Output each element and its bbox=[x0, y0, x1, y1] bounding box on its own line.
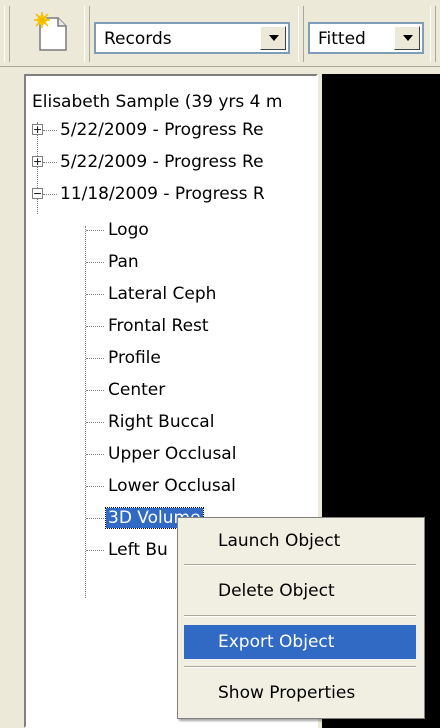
tree-node-record-expanded[interactable]: 11/18/2009 - Progress R bbox=[60, 180, 265, 208]
zoom-dropdown[interactable]: Fitted bbox=[308, 22, 424, 54]
toolbar-grip[interactable] bbox=[298, 6, 304, 62]
menu-item-export-object[interactable]: Export Object bbox=[184, 625, 416, 659]
tree-item-center[interactable]: Center bbox=[108, 376, 165, 404]
toolbar-grip[interactable] bbox=[4, 6, 10, 62]
expand-icon[interactable]: + bbox=[32, 156, 43, 167]
tree-line bbox=[86, 262, 104, 263]
context-menu: Launch Object Delete Object Export Objec… bbox=[177, 517, 425, 719]
tree-item-frontal-rest[interactable]: Frontal Rest bbox=[108, 312, 209, 340]
tree-item-profile[interactable]: Profile bbox=[108, 344, 161, 372]
tree-line bbox=[43, 194, 57, 195]
chevron-down-icon bbox=[403, 35, 413, 41]
tree-item-logo[interactable]: Logo bbox=[108, 216, 149, 244]
new-record-button[interactable] bbox=[30, 10, 76, 56]
chevron-down-icon bbox=[269, 35, 279, 41]
tree-line bbox=[86, 326, 104, 327]
menu-separator bbox=[184, 564, 416, 566]
tree-line bbox=[86, 358, 104, 359]
tree-line bbox=[85, 226, 86, 598]
toolbar-grip[interactable] bbox=[430, 6, 436, 62]
records-dropdown-button[interactable] bbox=[260, 26, 286, 50]
menu-separator bbox=[184, 666, 416, 668]
tree-node-record[interactable]: 5/22/2009 - Progress Re bbox=[60, 148, 264, 176]
menu-item-launch-object[interactable]: Launch Object bbox=[184, 524, 416, 558]
collapse-icon[interactable]: − bbox=[32, 188, 43, 199]
tree-line bbox=[86, 518, 104, 519]
tree-item-upper-occlusal[interactable]: Upper Occlusal bbox=[108, 440, 236, 468]
records-dropdown[interactable]: Records bbox=[94, 22, 290, 54]
tree-line bbox=[43, 162, 57, 163]
tree-item-pan[interactable]: Pan bbox=[108, 248, 139, 276]
zoom-dropdown-value: Fitted bbox=[318, 29, 366, 49]
tree-line bbox=[86, 550, 104, 551]
tree-item-lower-occlusal[interactable]: Lower Occlusal bbox=[108, 472, 236, 500]
tree-line bbox=[86, 230, 104, 231]
tree-line bbox=[86, 390, 104, 391]
tree-line bbox=[86, 454, 104, 455]
menu-separator bbox=[184, 615, 416, 617]
tree-line bbox=[86, 486, 104, 487]
zoom-dropdown-button[interactable] bbox=[394, 26, 420, 50]
tree-item-lateral-ceph[interactable]: Lateral Ceph bbox=[108, 280, 216, 308]
menu-item-show-properties[interactable]: Show Properties bbox=[184, 676, 416, 710]
tree-item-left-buccal[interactable]: Left Bu bbox=[108, 536, 168, 564]
tree-node-record[interactable]: 5/22/2009 - Progress Re bbox=[60, 116, 264, 144]
expand-icon[interactable]: + bbox=[32, 124, 43, 135]
new-document-icon bbox=[34, 12, 67, 51]
tree-root-patient[interactable]: Elisabeth Sample (39 yrs 4 m bbox=[32, 88, 282, 116]
records-dropdown-value: Records bbox=[104, 29, 172, 49]
tree-line bbox=[86, 422, 104, 423]
tree-line bbox=[43, 130, 57, 131]
menu-item-delete-object[interactable]: Delete Object bbox=[184, 574, 416, 608]
toolbar-grip[interactable] bbox=[84, 6, 90, 62]
tree-item-right-buccal[interactable]: Right Buccal bbox=[108, 408, 214, 436]
toolbar: Records Fitted bbox=[0, 0, 440, 67]
tree-line bbox=[86, 294, 104, 295]
